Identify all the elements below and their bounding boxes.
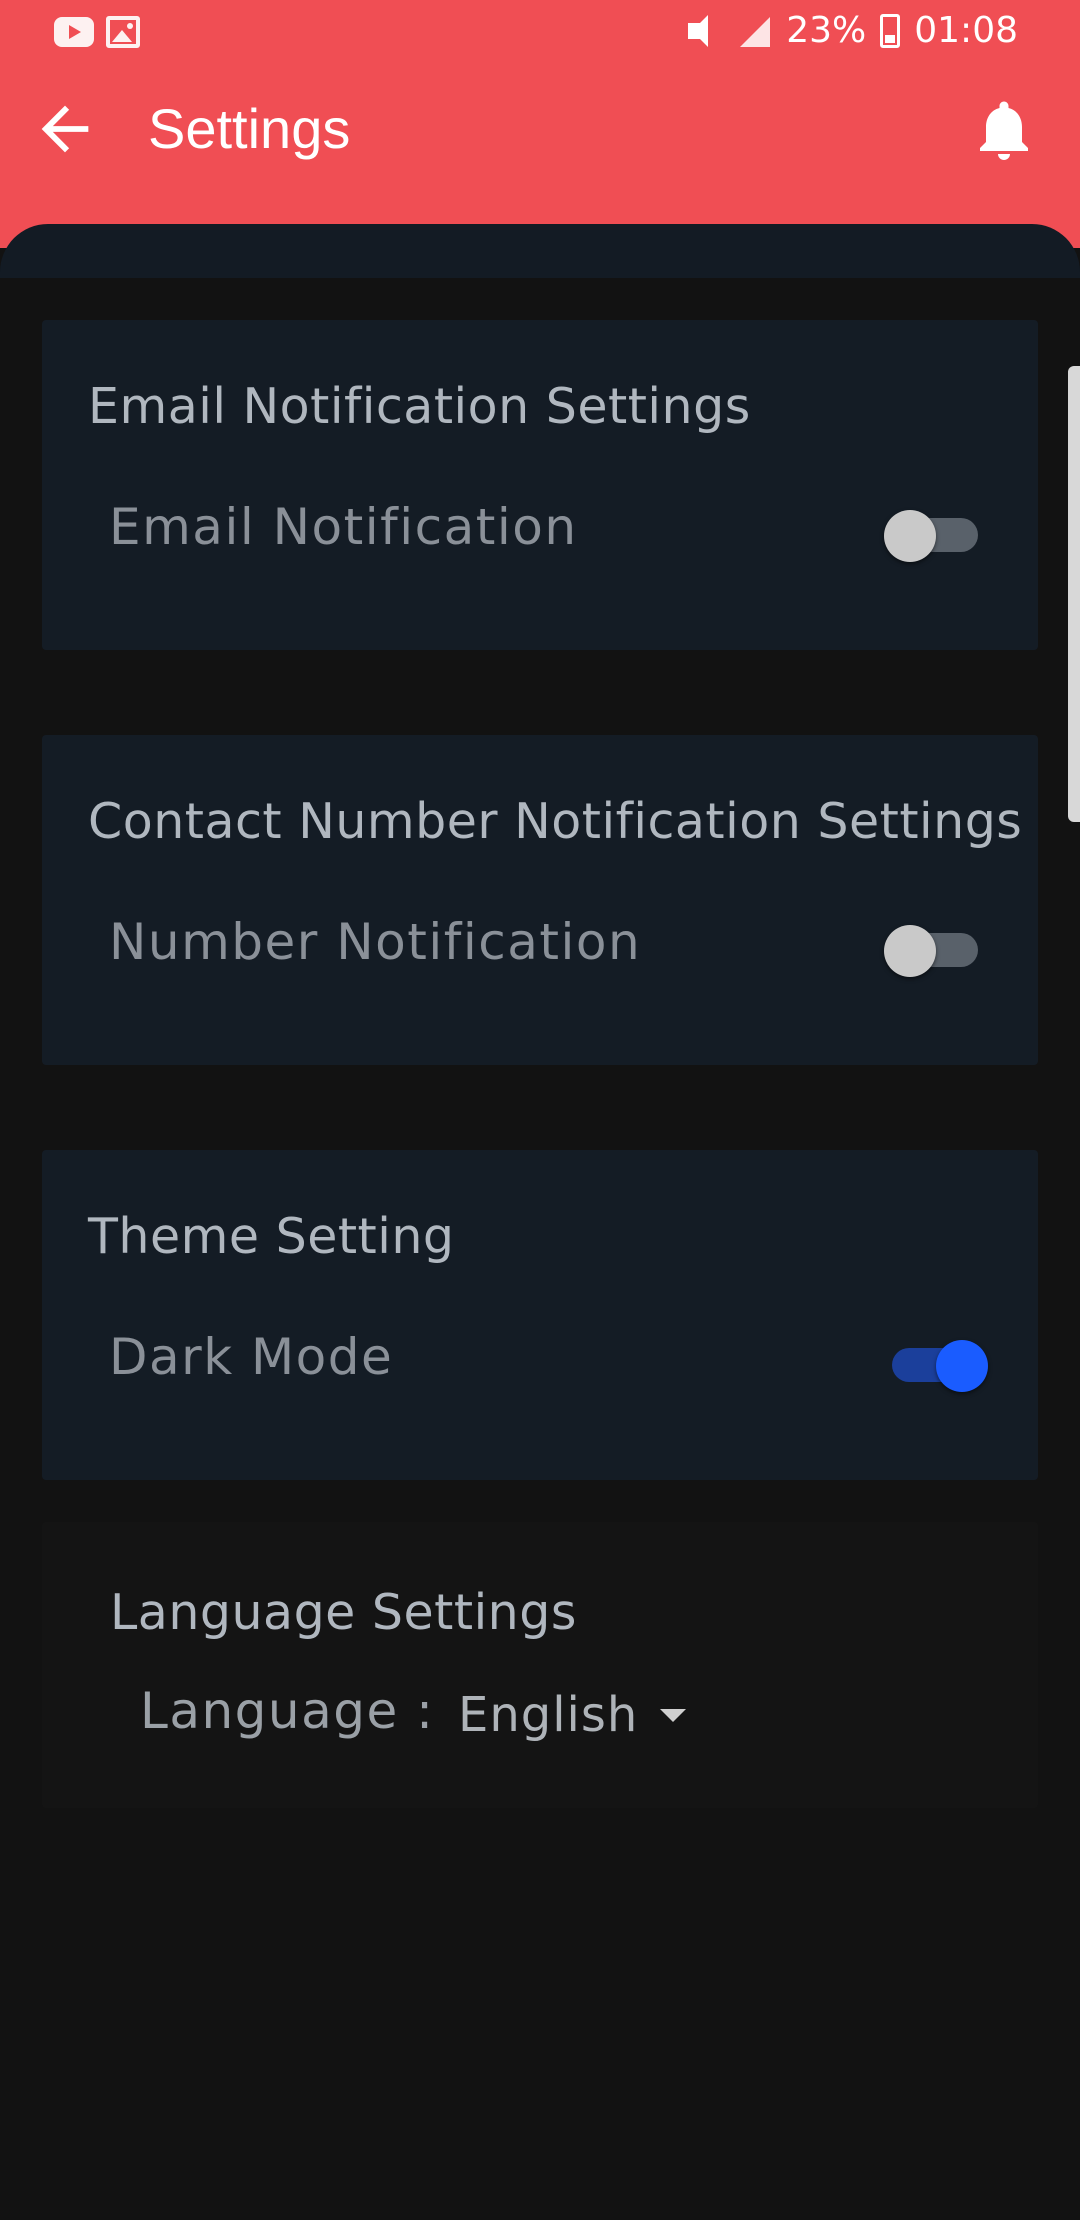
number-notification-label: Number Notification xyxy=(109,913,642,971)
language-settings-title: Language Settings xyxy=(110,1584,577,1641)
dark-mode-label: Dark Mode xyxy=(109,1328,394,1386)
language-label: Language : xyxy=(140,1682,435,1740)
switch-thumb xyxy=(884,925,936,977)
email-notification-label: Email Notification xyxy=(109,498,578,556)
number-settings-card: Contact Number Notification Settings Num… xyxy=(42,735,1038,1065)
dark-mode-switch[interactable] xyxy=(884,1332,988,1392)
battery-icon xyxy=(880,13,901,48)
theme-settings-title: Theme Setting xyxy=(88,1208,455,1265)
switch-thumb xyxy=(884,510,936,562)
back-button[interactable] xyxy=(30,94,100,164)
page-title: Settings xyxy=(148,97,351,160)
notification-icons xyxy=(54,14,146,50)
image-icon xyxy=(106,14,146,50)
app-bar: Settings xyxy=(0,66,1080,248)
email-settings-card: Email Notification Settings Email Notifi… xyxy=(42,320,1038,650)
mute-icon xyxy=(686,13,722,49)
youtube-icon xyxy=(54,14,94,50)
scrollbar[interactable] xyxy=(1068,366,1080,822)
number-notification-switch[interactable] xyxy=(884,917,980,977)
language-settings-card: Language Settings Language : English xyxy=(42,1522,1038,1808)
system-icons: 23% 01:08 xyxy=(686,10,1018,51)
battery-percent: 23% xyxy=(786,10,867,51)
language-selected-value: English xyxy=(458,1687,639,1743)
notifications-button[interactable] xyxy=(968,94,1040,166)
clock: 01:08 xyxy=(914,10,1018,51)
arrow-left-icon xyxy=(41,105,89,153)
settings-screen: 23% 01:08 Settings Email Notification Se… xyxy=(0,0,1080,2220)
email-settings-title: Email Notification Settings xyxy=(88,378,751,435)
number-settings-title: Contact Number Notification Settings xyxy=(88,793,1023,850)
bell-icon xyxy=(980,101,1028,160)
signal-icon xyxy=(736,13,772,49)
status-bar: 23% 01:08 xyxy=(0,0,1080,66)
theme-settings-card: Theme Setting Dark Mode xyxy=(42,1150,1038,1480)
caret-down-icon xyxy=(660,1708,687,1722)
email-notification-switch[interactable] xyxy=(884,502,980,562)
language-dropdown[interactable]: English xyxy=(458,1680,687,1750)
switch-thumb xyxy=(936,1340,988,1392)
